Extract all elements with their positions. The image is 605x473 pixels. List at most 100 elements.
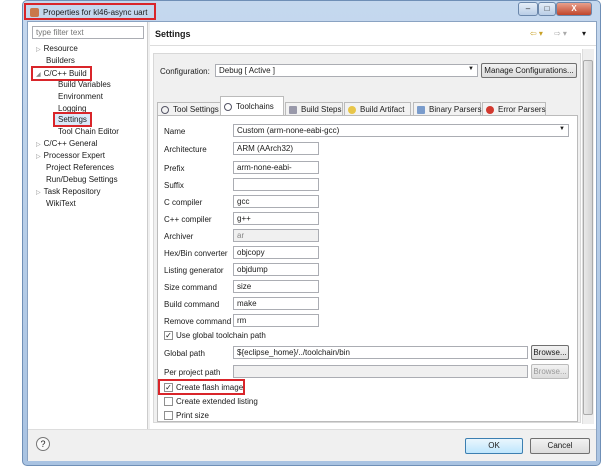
suffix-field[interactable] — [233, 178, 319, 191]
build-command-field[interactable]: make — [233, 297, 319, 310]
create-extended-listing-label: Create extended listing — [176, 397, 258, 406]
global-path-browse-button[interactable]: Browse... — [531, 345, 569, 360]
expand-icon[interactable]: ▷ — [36, 154, 41, 160]
archiver-field[interactable]: ar — [233, 229, 319, 242]
filter-input[interactable] — [32, 26, 144, 39]
architecture-label: Architecture — [164, 145, 207, 154]
expand-icon[interactable]: ▷ — [36, 142, 41, 148]
error-icon — [486, 106, 494, 114]
page-title: Settings — [155, 29, 191, 39]
tab-error-parsers[interactable]: Error Parsers — [482, 102, 546, 116]
tab-build-steps[interactable]: Build Steps — [285, 102, 343, 116]
configuration-label: Configuration: — [160, 67, 210, 76]
tree-label: Task Repository — [43, 187, 101, 196]
hex-bin-converter-field[interactable]: objcopy — [233, 246, 319, 259]
window-title: Properties for kl46-async uart — [24, 3, 156, 20]
back-arrow-icon[interactable]: ⇦ ▾ — [530, 29, 543, 38]
view-menu-icon[interactable]: ▾ — [582, 29, 586, 38]
tree-item-build-variables[interactable]: Build Variables — [58, 80, 111, 89]
tree-item-cc-general[interactable]: ▷ C/C++ General — [36, 139, 97, 148]
tree-label: C/C++ General — [43, 139, 98, 148]
tree-item-task-repository[interactable]: ▷ Task Repository — [36, 187, 101, 196]
global-path-label: Global path — [164, 349, 205, 358]
tree-item-tool-chain-editor[interactable]: Tool Chain Editor — [58, 127, 119, 136]
tree-label: Resource — [43, 44, 78, 53]
tab-label: Binary Parsers — [429, 105, 482, 114]
page-header: Settings ⇦ ▾ ⇨ ▾ ▾ — [150, 22, 596, 46]
per-project-path-field[interactable] — [233, 365, 528, 378]
tree-label: Processor Expert — [43, 151, 105, 160]
tab-label: Build Artifact — [360, 105, 405, 114]
c-compiler-label: C compiler — [164, 198, 203, 207]
remove-command-field[interactable]: rm — [233, 314, 319, 327]
tree-item-builders[interactable]: Builders — [46, 56, 75, 65]
tree-item-run-debug-settings[interactable]: Run/Debug Settings — [46, 175, 118, 184]
per-project-browse-button[interactable]: Browse... — [531, 364, 569, 379]
tree-item-project-references[interactable]: Project References — [46, 163, 114, 172]
name-select[interactable]: Custom (arm-none-eabi-gcc) ▼ — [233, 124, 569, 137]
help-icon[interactable]: ? — [36, 437, 50, 451]
expand-icon[interactable]: ▷ — [36, 47, 41, 53]
create-extended-listing-checkbox[interactable] — [164, 397, 173, 406]
chevron-down-icon: ▼ — [468, 66, 474, 72]
suffix-label: Suffix — [164, 181, 184, 190]
configuration-select[interactable]: Debug [ Active ] ▼ — [215, 64, 478, 77]
name-label: Name — [164, 127, 186, 136]
tab-tool-settings[interactable]: Tool Settings — [157, 102, 223, 116]
per-project-path-label: Per project path — [164, 368, 221, 377]
tree-item-resource[interactable]: ▷ Resource — [36, 44, 78, 53]
tree-item-cc-build[interactable]: ◢ C/C++ Build — [31, 66, 92, 81]
architecture-field[interactable]: ARM (AArch32) — [233, 142, 319, 155]
collapse-icon[interactable]: ◢ — [36, 72, 41, 78]
tab-build-artifact[interactable]: Build Artifact — [344, 102, 411, 116]
hex-bin-converter-label: Hex/Bin converter — [164, 249, 228, 258]
tree-item-settings[interactable]: Settings — [53, 112, 92, 127]
print-size-label: Print size — [176, 411, 209, 420]
tree-label: C/C++ Build — [43, 69, 87, 78]
use-global-toolchain-label: Use global toolchain path — [176, 331, 266, 340]
size-command-label: Size command — [164, 283, 217, 292]
prefix-label: Prefix — [164, 164, 185, 173]
binary-parsers-icon — [417, 106, 425, 114]
name-value: Custom (arm-none-eabi-gcc) — [237, 126, 340, 135]
tab-label: Build Steps — [301, 105, 342, 114]
listing-generator-field[interactable]: objdump — [233, 263, 319, 276]
build-steps-icon — [289, 106, 297, 114]
size-command-field[interactable]: size — [233, 280, 319, 293]
tab-label: Tool Settings — [173, 105, 219, 114]
tree-item-wikitext[interactable]: WikiText — [46, 199, 76, 208]
maximize-button[interactable]: □ — [538, 2, 556, 16]
listing-generator-label: Listing generator — [164, 266, 224, 275]
tree-item-environment[interactable]: Environment — [58, 92, 103, 101]
app-icon — [30, 8, 39, 17]
minimize-button[interactable]: – — [518, 2, 538, 16]
remove-command-label: Remove command — [164, 317, 232, 326]
cancel-button[interactable]: Cancel — [530, 438, 590, 454]
cpp-compiler-field[interactable]: g++ — [233, 212, 319, 225]
build-command-label: Build command — [164, 300, 220, 309]
expand-icon[interactable]: ▷ — [36, 190, 41, 196]
close-button[interactable]: X — [556, 2, 592, 16]
manage-configurations-button[interactable]: Manage Configurations... — [481, 63, 577, 78]
print-size-checkbox[interactable] — [164, 411, 173, 420]
global-path-field[interactable]: ${eclipse_home}/../toolchain/bin — [233, 346, 528, 359]
create-flash-image-checkbox[interactable]: ✓ — [164, 383, 173, 392]
tree-item-processor-expert[interactable]: ▷ Processor Expert — [36, 151, 105, 160]
create-flash-image-label: Create flash image — [176, 383, 244, 392]
archiver-label: Archiver — [164, 232, 194, 241]
tab-binary-parsers[interactable]: Binary Parsers — [413, 102, 481, 116]
scrollbar-thumb[interactable] — [583, 60, 593, 415]
configuration-value: Debug [ Active ] — [219, 66, 276, 75]
window-title-text: Properties for kl46-async uart — [43, 8, 148, 17]
tab-toolchains[interactable]: Toolchains — [220, 96, 284, 117]
tab-label: Error Parsers — [498, 105, 546, 114]
ok-button[interactable]: OK — [465, 438, 523, 454]
use-global-toolchain-checkbox[interactable]: ✓ — [164, 331, 173, 340]
prefix-field[interactable]: arm-none-eabi- — [233, 161, 319, 174]
chevron-down-icon: ▼ — [559, 126, 565, 132]
tab-label: Toolchains — [236, 102, 274, 111]
toolchains-icon — [224, 103, 232, 111]
c-compiler-field[interactable]: gcc — [233, 195, 319, 208]
forward-arrow-icon[interactable]: ⇨ ▾ — [554, 29, 567, 38]
tool-settings-icon — [161, 106, 169, 114]
